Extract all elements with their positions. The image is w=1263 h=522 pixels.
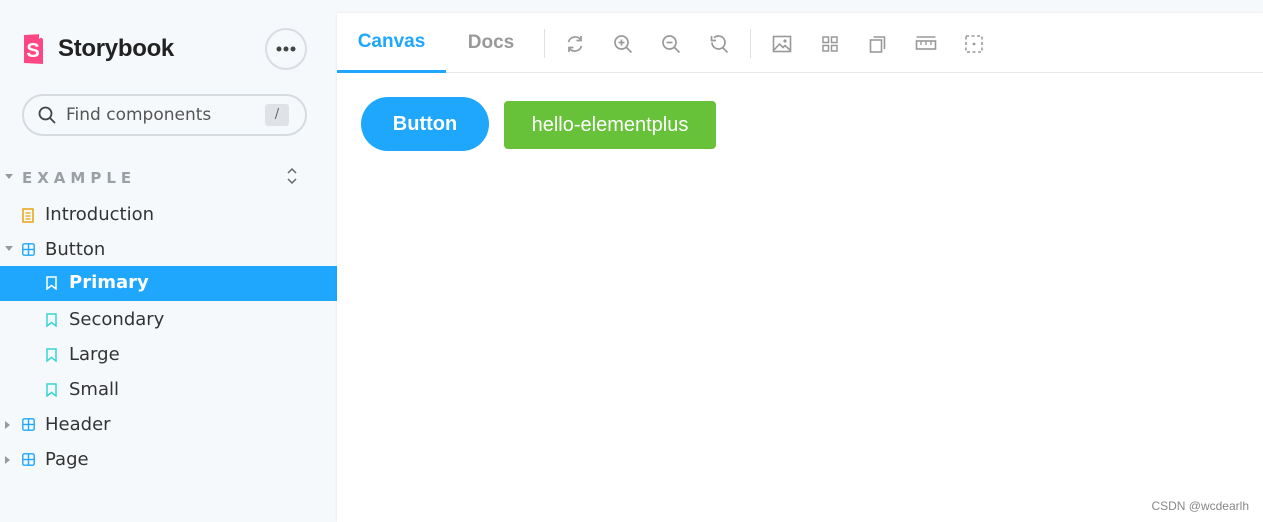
tree-item-label: Primary [69, 272, 149, 293]
measure-icon[interactable] [915, 33, 937, 55]
tree-item-primary[interactable]: Primary [0, 266, 337, 301]
component-icon [22, 453, 35, 466]
outline-icon[interactable] [963, 33, 985, 55]
watermark: CSDN @wcdearlh [1151, 499, 1249, 513]
expand-collapse-icon[interactable] [285, 166, 299, 186]
tree-item-label: Secondary [69, 309, 165, 330]
section-example[interactable]: EXAMPLE [0, 166, 337, 190]
toolbar: Canvas Docs [337, 13, 1263, 73]
brand[interactable]: S Storybook [22, 33, 174, 65]
caret-right-icon [5, 421, 10, 429]
bookmark-icon [46, 383, 57, 397]
tree-item-header[interactable]: Header [0, 408, 337, 443]
search-box[interactable]: / [22, 94, 307, 136]
tree-item-label: Introduction [45, 204, 155, 225]
search-icon [38, 106, 56, 124]
tree-item-introduction[interactable]: Introduction [0, 198, 337, 233]
storybook-primary-button[interactable]: Button [361, 97, 489, 151]
bookmark-icon [46, 313, 57, 327]
search-input[interactable] [66, 105, 256, 125]
tree-item-secondary[interactable]: Secondary [0, 303, 337, 338]
refresh-icon[interactable] [564, 33, 586, 55]
toolbar-divider [544, 29, 545, 58]
svg-text:S: S [26, 40, 39, 62]
background-icon[interactable] [771, 33, 793, 55]
toolbar-divider [750, 29, 751, 58]
zoom-in-icon[interactable] [612, 33, 634, 55]
search-shortcut-hint: / [265, 104, 289, 126]
zoom-reset-icon[interactable] [708, 33, 730, 55]
tree-item-page[interactable]: Page [0, 443, 337, 478]
brand-name: Storybook [58, 35, 174, 62]
document-icon [22, 208, 34, 223]
tree-item-label: Header [45, 414, 111, 435]
sidebar-menu-button[interactable] [265, 28, 307, 70]
caret-down-icon [5, 174, 13, 179]
caret-down-icon [5, 246, 13, 251]
tab-docs[interactable]: Docs [446, 13, 536, 73]
component-icon [22, 243, 35, 256]
grid-icon[interactable] [819, 33, 841, 55]
section-title: EXAMPLE [22, 169, 137, 187]
storybook-logo-icon: S [24, 34, 43, 64]
bookmark-icon [46, 348, 57, 362]
tree-item-large[interactable]: Large [0, 338, 337, 373]
component-icon [22, 418, 35, 431]
element-plus-button[interactable]: hello-elementplus [504, 101, 716, 149]
zoom-out-icon[interactable] [660, 33, 682, 55]
viewport-icon[interactable] [867, 33, 889, 55]
tree-item-button[interactable]: Button [0, 233, 337, 268]
tree-item-label: Large [69, 344, 120, 365]
sidebar: S Storybook / EXAMPLE Introduction [0, 0, 337, 522]
bookmark-icon [46, 276, 57, 290]
more-icon [276, 46, 296, 52]
tree-item-label: Page [45, 449, 89, 470]
caret-right-icon [5, 456, 10, 464]
tree-item-label: Button [45, 239, 106, 260]
tab-canvas[interactable]: Canvas [337, 13, 446, 73]
tree-item-small[interactable]: Small [0, 373, 337, 408]
preview-panel: Canvas Docs Button hello-elementplus CSD… [337, 13, 1263, 522]
tree-item-label: Small [69, 379, 119, 400]
